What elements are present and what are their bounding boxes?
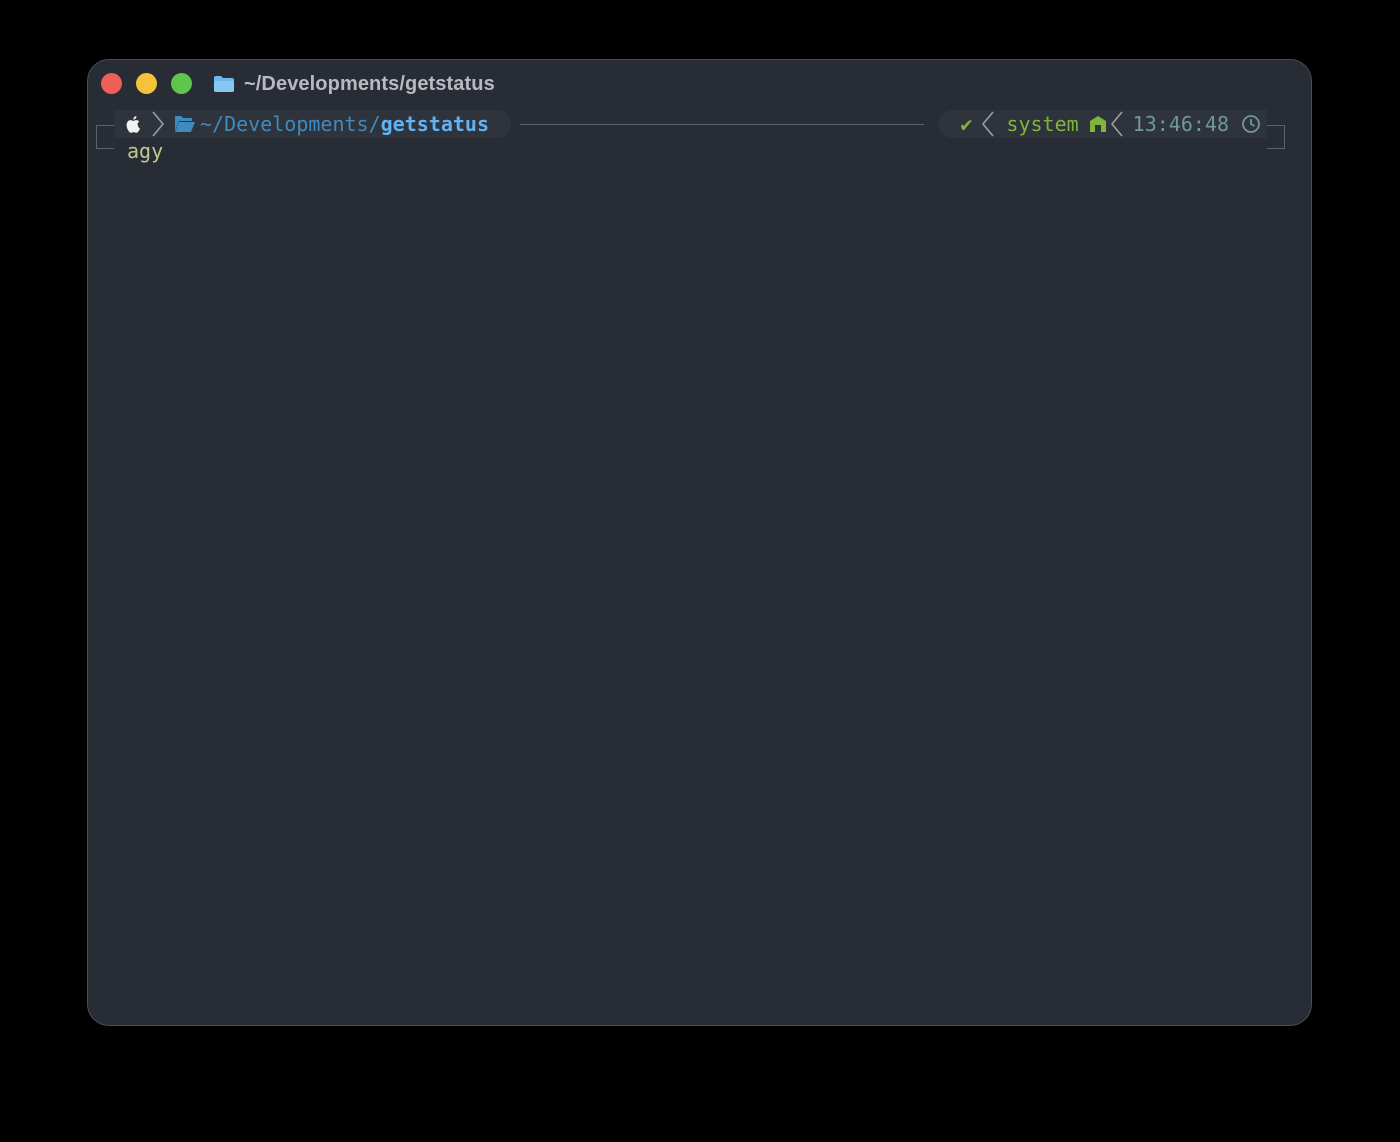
- window-title: ~/Developments/getstatus: [244, 72, 495, 95]
- minimize-button[interactable]: [136, 73, 157, 94]
- zoom-button[interactable]: [171, 73, 192, 94]
- prompt-frame-right: [1267, 125, 1285, 149]
- folder-icon: [213, 75, 235, 93]
- clock-icon: [1241, 114, 1261, 134]
- chevron-left-icon: [982, 111, 995, 137]
- prompt-time: 13:46:48: [1132, 112, 1229, 136]
- path-prefix: ~/Developments/: [200, 112, 381, 136]
- prompt-line: ~/Developments/getstatus ✔ system 13:46:…: [88, 109, 1311, 149]
- window-title-group: ~/Developments/getstatus: [213, 71, 495, 97]
- title-bar[interactable]: ~/Developments/getstatus: [88, 60, 1311, 108]
- path-current-dir: getstatus: [380, 112, 489, 136]
- node-icon: [1089, 115, 1107, 133]
- prompt-filler-line: [520, 124, 924, 125]
- prompt-frame-left: [96, 125, 114, 149]
- status-ok-icon: ✔: [960, 112, 973, 136]
- apple-icon: [126, 115, 142, 133]
- command-input-line[interactable]: agy: [127, 139, 163, 163]
- prompt-right-segment: ✔ system 13:46:48: [938, 110, 1267, 138]
- terminal-window: ~/Developments/getstatus ~/Developments/…: [87, 59, 1312, 1026]
- node-env-label: system: [1006, 112, 1079, 136]
- close-button[interactable]: [101, 73, 122, 94]
- prompt-left-segment: ~/Developments/getstatus: [114, 110, 511, 138]
- chevron-left-icon-2: [1110, 111, 1123, 137]
- chevron-right-icon: [152, 111, 164, 137]
- folder-open-icon: [174, 115, 196, 133]
